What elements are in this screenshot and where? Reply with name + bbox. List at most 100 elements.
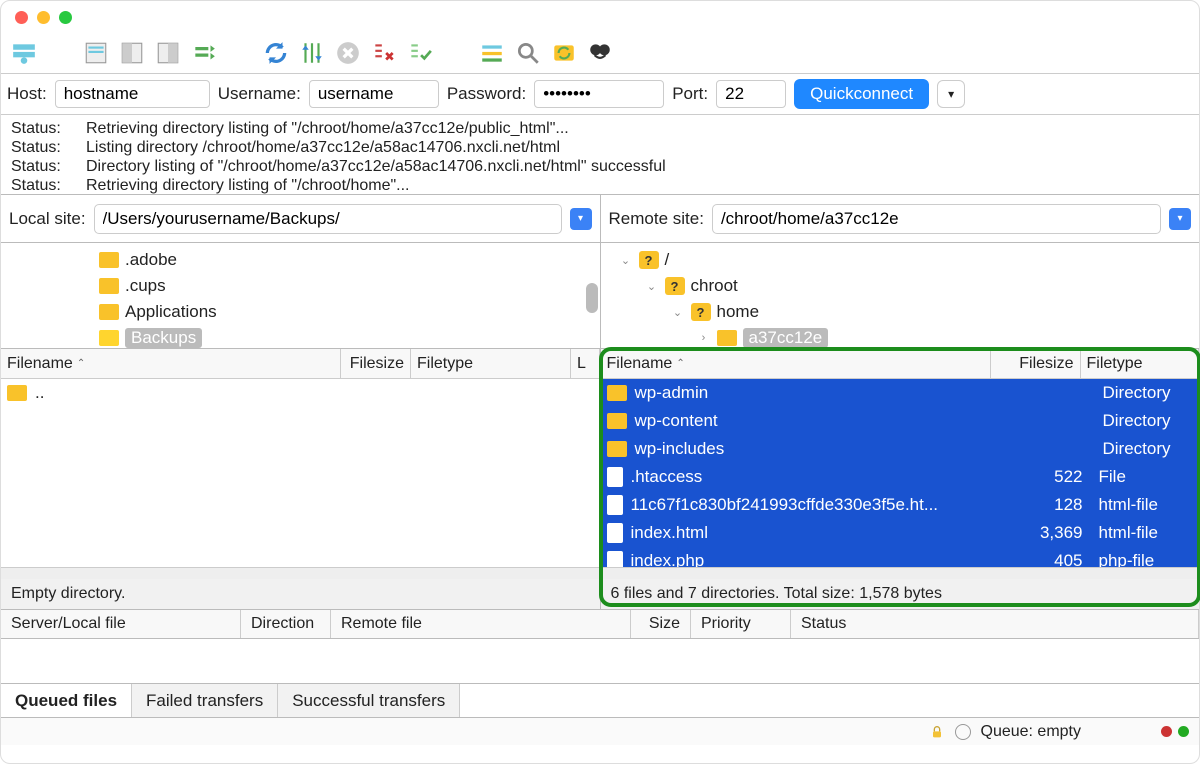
folder-icon — [607, 413, 627, 429]
message-log[interactable]: Status:Retrieving directory listing of "… — [1, 115, 1199, 195]
tree-item[interactable]: ⌄?chroot — [609, 273, 1192, 299]
status-bar: Queue: empty — [1, 717, 1199, 745]
folder-icon — [7, 385, 27, 401]
toggle-log-icon[interactable] — [81, 40, 111, 66]
filesize: 405 — [1009, 551, 1083, 567]
col-filename[interactable]: Filename — [607, 355, 673, 373]
disconnect-icon[interactable] — [369, 40, 399, 66]
compare-icon[interactable] — [585, 40, 615, 66]
remote-site-input[interactable] — [712, 204, 1161, 234]
col-priority[interactable]: Priority — [691, 610, 791, 638]
cancel-icon[interactable] — [333, 40, 363, 66]
log-message: Retrieving directory listing of "/chroot… — [86, 176, 410, 195]
tree-item[interactable]: Backups — [9, 325, 592, 348]
toggle-remote-tree-icon[interactable] — [153, 40, 183, 66]
password-input[interactable] — [534, 80, 664, 108]
col-server[interactable]: Server/Local file — [1, 610, 241, 638]
col-filename[interactable]: Filename — [7, 355, 73, 373]
close-window-button[interactable] — [15, 11, 28, 24]
reconnect-icon[interactable] — [405, 40, 435, 66]
expand-toggle[interactable]: ⌄ — [645, 280, 659, 293]
tab-failed[interactable]: Failed transfers — [132, 684, 278, 717]
file-icon — [607, 467, 623, 487]
refresh-icon[interactable] — [261, 40, 291, 66]
filename: index.html — [631, 523, 1001, 543]
unknown-folder-icon: ? — [639, 251, 659, 269]
scrollbar[interactable] — [586, 283, 598, 313]
col-size[interactable]: Size — [631, 610, 691, 638]
col-filetype[interactable]: Filetype — [417, 355, 473, 373]
col-filesize[interactable]: Filesize — [1019, 355, 1073, 373]
filter-icon[interactable] — [477, 40, 507, 66]
host-input[interactable] — [55, 80, 210, 108]
filename: wp-includes — [635, 439, 1005, 459]
remote-file-list[interactable]: wp-adminDirectorywp-contentDirectorywp-i… — [601, 379, 1200, 567]
toggle-queue-icon[interactable] — [189, 40, 219, 66]
scrollbar[interactable] — [601, 567, 1200, 579]
tree-label: chroot — [691, 276, 738, 296]
quickconnect-history-button[interactable]: ▾ — [937, 80, 965, 108]
remote-site-dropdown[interactable]: ▾ — [1169, 208, 1191, 230]
tree-item[interactable]: ›a37cc12e — [609, 325, 1192, 348]
col-filesize[interactable]: Filesize — [350, 355, 404, 373]
local-site-label: Local site: — [9, 209, 86, 229]
filetype: Directory — [1095, 383, 1171, 403]
local-file-list[interactable]: .. — [1, 379, 600, 567]
file-icon — [607, 495, 623, 515]
local-site-dropdown[interactable]: ▾ — [570, 208, 592, 230]
file-icon — [607, 523, 623, 543]
tree-item[interactable]: ⌄?/ — [609, 247, 1192, 273]
file-row[interactable]: wp-contentDirectory — [601, 407, 1200, 435]
filetype: Directory — [1095, 411, 1171, 431]
username-input[interactable] — [309, 80, 439, 108]
file-row[interactable]: 11c67f1c830bf241993cffde330e3f5e.ht...12… — [601, 491, 1200, 519]
tree-label: .adobe — [125, 250, 177, 270]
file-row[interactable]: .. — [1, 379, 600, 407]
queue-header[interactable]: Server/Local file Direction Remote file … — [1, 609, 1199, 639]
activity-indicator-send — [1178, 726, 1189, 737]
local-file-header[interactable]: Filename⌃ Filesize Filetype L — [1, 349, 600, 379]
filename: index.php — [631, 551, 1001, 567]
site-manager-icon[interactable] — [9, 40, 39, 66]
file-row[interactable]: wp-includesDirectory — [601, 435, 1200, 463]
toggle-local-tree-icon[interactable] — [117, 40, 147, 66]
tree-item[interactable]: Applications — [9, 299, 592, 325]
file-row[interactable]: index.html3,369html-file — [601, 519, 1200, 547]
remote-file-header[interactable]: Filename⌃ Filesize Filetype — [601, 349, 1200, 379]
expand-toggle[interactable]: ⌄ — [619, 254, 633, 267]
file-row[interactable]: wp-adminDirectory — [601, 379, 1200, 407]
col-filetype[interactable]: Filetype — [1087, 355, 1143, 373]
local-directory-tree[interactable]: .adobe .cupsApplicationsBackups — [1, 243, 600, 348]
minimize-window-button[interactable] — [37, 11, 50, 24]
tree-item[interactable]: ⌄?home — [609, 299, 1192, 325]
scrollbar[interactable] — [1, 567, 600, 579]
expand-toggle[interactable]: › — [697, 332, 711, 344]
tree-item[interactable]: .cups — [9, 273, 592, 299]
maximize-window-button[interactable] — [59, 11, 72, 24]
process-queue-icon[interactable] — [297, 40, 327, 66]
col-direction[interactable]: Direction — [241, 610, 331, 638]
col-status[interactable]: Status — [791, 610, 1199, 638]
file-row[interactable]: index.php405php-file — [601, 547, 1200, 567]
file-icon — [607, 551, 623, 567]
port-input[interactable] — [716, 80, 786, 108]
file-row[interactable]: .htaccess522File — [601, 463, 1200, 491]
local-site-input[interactable] — [94, 204, 562, 234]
remote-directory-tree[interactable]: ⌄?/⌄?chroot⌄?home›a37cc12e — [601, 243, 1200, 348]
filename: 11c67f1c830bf241993cffde330e3f5e.ht... — [631, 495, 1001, 515]
tab-queued[interactable]: Queued files — [1, 684, 132, 717]
quickconnect-button[interactable]: Quickconnect — [794, 79, 929, 109]
log-message: Listing directory /chroot/home/a37cc12e/… — [86, 138, 560, 157]
tab-successful[interactable]: Successful transfers — [278, 684, 460, 717]
col-last[interactable]: L — [577, 355, 586, 373]
folder-icon — [99, 304, 119, 320]
search-icon[interactable] — [513, 40, 543, 66]
queue-body[interactable] — [1, 639, 1199, 683]
col-remote[interactable]: Remote file — [331, 610, 631, 638]
filetype: html-file — [1091, 523, 1159, 543]
log-message: Directory listing of "/chroot/home/a37cc… — [86, 157, 666, 176]
filetype: html-file — [1091, 495, 1159, 515]
expand-toggle[interactable]: ⌄ — [671, 306, 685, 319]
tree-item[interactable]: .adobe — [9, 247, 592, 273]
sync-browse-icon[interactable] — [549, 40, 579, 66]
